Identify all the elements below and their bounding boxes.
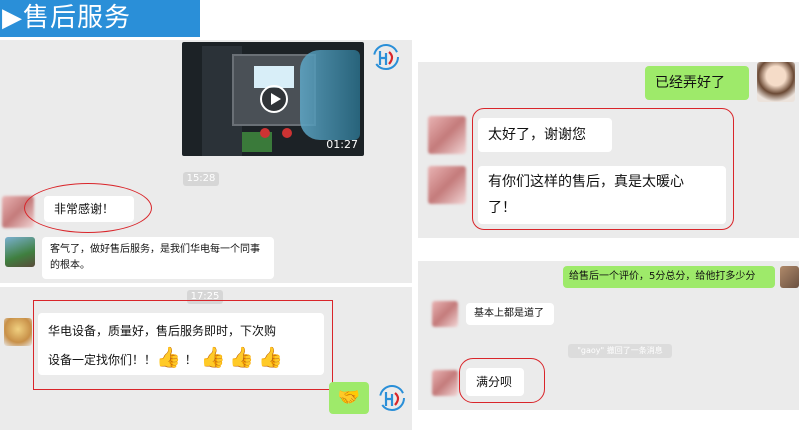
highlight-rounded-rect	[472, 108, 734, 230]
play-arrow-icon: ▶	[2, 3, 23, 33]
message-bubble-sent: 已经弄好了	[645, 66, 749, 100]
highlight-rounded-rect	[459, 358, 545, 403]
staff-avatar	[5, 237, 35, 267]
hd-logo-icon	[373, 44, 399, 70]
section-banner: ▶售后服务	[0, 0, 200, 37]
message-text: 基本上都是道了	[474, 308, 544, 319]
company-logo-avatar	[378, 384, 406, 412]
customer-avatar	[428, 166, 466, 204]
customer-avatar	[432, 370, 458, 396]
highlight-ellipse	[24, 183, 152, 233]
play-button-icon[interactable]	[260, 85, 288, 113]
message-text: 客气了，做好售后服务，是我们华电每一个同事的根本。	[50, 244, 260, 271]
message-bubble: 客气了，做好售后服务，是我们华电每一个同事的根本。	[42, 237, 274, 279]
customer-avatar	[4, 318, 32, 346]
handshake-bubble: 🤝	[329, 382, 369, 414]
handshake-icon: 🤝	[337, 387, 361, 408]
video-message[interactable]: 01:27	[182, 42, 364, 156]
notice-text: "gaoy" 撤回了一条消息	[577, 346, 663, 355]
message-bubble: 基本上都是道了	[466, 303, 554, 325]
message-text: 已经弄好了	[655, 75, 725, 91]
system-notice: "gaoy" 撤回了一条消息	[568, 344, 672, 358]
message-text: 给售后一个评价，5分总分，给他打多少分	[569, 271, 756, 282]
customer-avatar	[432, 301, 458, 327]
user-avatar	[757, 62, 795, 102]
company-logo-avatar	[372, 43, 400, 71]
banner-title: 售后服务	[23, 3, 132, 33]
message-bubble-sent: 给售后一个评价，5分总分，给他打多少分	[563, 266, 775, 288]
video-duration: 01:27	[326, 138, 358, 151]
customer-avatar	[428, 116, 466, 154]
hd-logo-icon	[379, 385, 405, 411]
user-avatar	[780, 266, 799, 288]
highlight-rectangle	[33, 300, 333, 390]
timestamp: 15:28	[183, 172, 219, 186]
